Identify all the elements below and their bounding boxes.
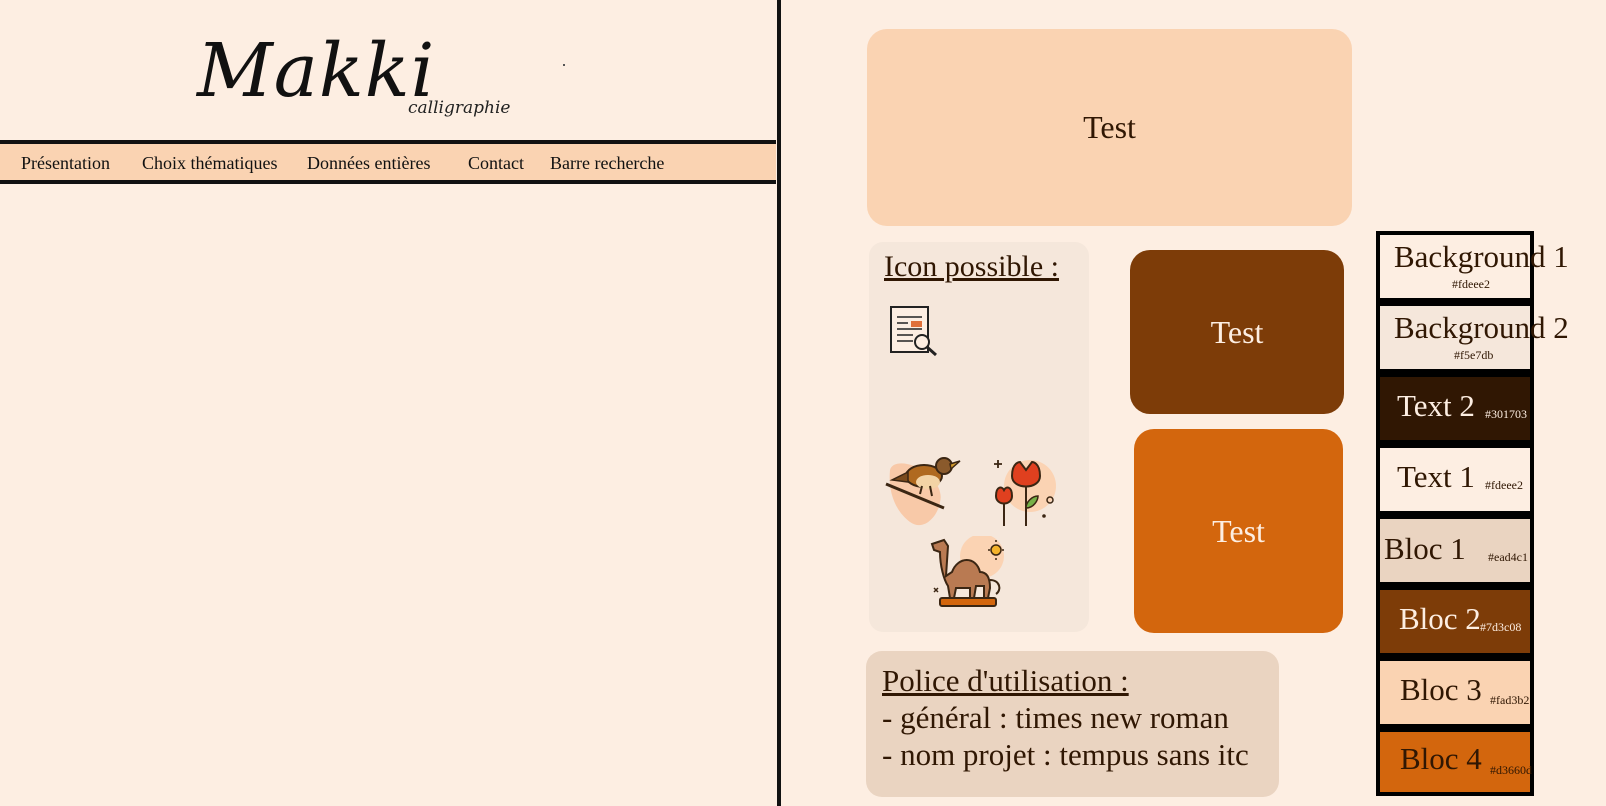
swatch-hex: #f5e7db xyxy=(1454,348,1494,362)
font-line-general: - général : times new roman xyxy=(882,700,1229,735)
font-line-project: - nom projet : tempus sans itc xyxy=(882,737,1249,772)
swatch-name: Bloc 2 xyxy=(1399,601,1481,636)
swatch-name: Text 1 xyxy=(1397,459,1475,494)
card-label: Test xyxy=(1212,512,1265,549)
swatch-background-2: Background 2 #f5e7db xyxy=(1376,302,1569,373)
card-label: Test xyxy=(1210,313,1264,350)
swatch-hex: #fdeee2 xyxy=(1485,478,1523,492)
swatch-hex: #fdeee2 xyxy=(1452,277,1490,291)
nav-item-presentation[interactable]: Présentation xyxy=(21,153,110,174)
swatch-name: Background 1 xyxy=(1394,239,1569,274)
font-panel-title: Police d'utilisation : xyxy=(882,663,1129,698)
nav-bar: Présentation Choix thématiques Données e… xyxy=(0,140,776,184)
card-label: Test xyxy=(1083,109,1136,145)
nav-item-contact[interactable]: Contact xyxy=(468,153,524,174)
nav-item-donnees-entieres[interactable]: Données entières xyxy=(307,153,430,174)
document-search-icon xyxy=(890,306,937,357)
swatch-text-2: Text 2 #301703 xyxy=(1376,373,1534,444)
bird-icon xyxy=(885,457,961,526)
swatch-text-1: Text 1 #fdeee2 xyxy=(1376,444,1534,515)
nav-item-choix-thematiques[interactable]: Choix thématiques xyxy=(142,153,277,174)
swatch-hex: #fad3b2 xyxy=(1490,693,1530,707)
swatch-name: Bloc 4 xyxy=(1400,741,1482,776)
icon-panel-title: Icon possible : xyxy=(884,250,1059,283)
swatch-name: Background 2 xyxy=(1394,310,1569,345)
swatch-bloc-4: Bloc 4 #d3660d xyxy=(1376,728,1534,796)
swatch-name: Bloc 1 xyxy=(1384,531,1466,566)
pane-divider xyxy=(777,0,781,806)
nav-item-barre-recherche[interactable]: Barre recherche xyxy=(550,153,664,174)
test-card-large: Test xyxy=(867,29,1352,226)
swatch-hex: #d3660d xyxy=(1490,763,1532,777)
font-panel: Police d'utilisation : - général : times… xyxy=(866,651,1279,797)
swatch-bloc-3: Bloc 3 #fad3b2 xyxy=(1376,657,1534,728)
test-card-orange: Test xyxy=(1134,429,1343,633)
swatch-background-1: Background 1 #fdeee2 xyxy=(1376,231,1569,302)
swatch-hex: #7d3c08 xyxy=(1480,620,1522,634)
swatch-name: Bloc 3 xyxy=(1400,672,1482,707)
swatch-name: Text 2 xyxy=(1397,388,1475,423)
swatch-hex: #ead4c1 xyxy=(1488,550,1528,564)
logo-title: Makki xyxy=(197,28,436,114)
swatch-bloc-1: Bloc 1 #ead4c1 xyxy=(1376,515,1534,586)
test-card-brown: Test xyxy=(1130,250,1344,414)
decorative-dot xyxy=(563,64,565,66)
swatch-bloc-2: Bloc 2 #7d3c08 xyxy=(1376,586,1534,657)
tulip-icon xyxy=(994,460,1056,526)
camel-icon xyxy=(930,536,1004,607)
logo-subtitle: calligraphie xyxy=(408,98,511,118)
swatch-hex: #301703 xyxy=(1485,407,1527,421)
